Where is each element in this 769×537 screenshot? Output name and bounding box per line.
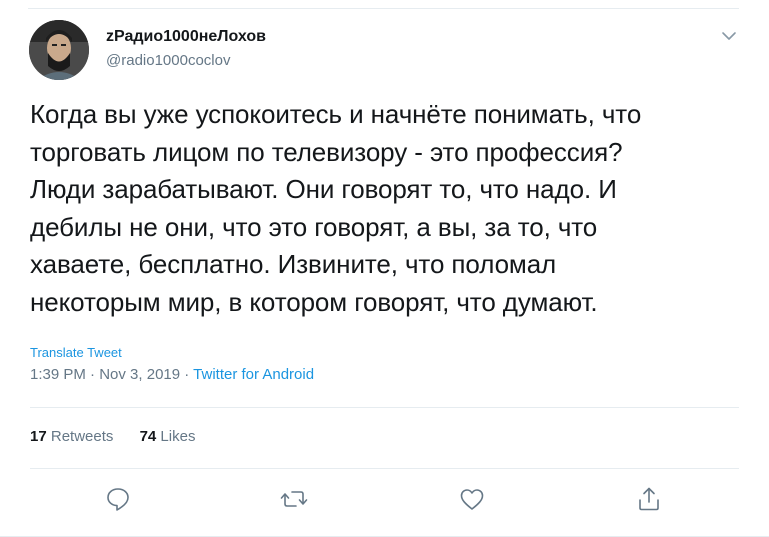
reply-icon[interactable] <box>103 484 133 514</box>
share-icon[interactable] <box>634 484 664 514</box>
top-divider <box>28 8 739 9</box>
avatar-image <box>29 20 89 80</box>
stats-top-divider <box>30 407 739 408</box>
likes-label: Likes <box>160 428 196 445</box>
likes-count: 74 <box>139 428 157 445</box>
retweet-icon[interactable] <box>279 484 309 514</box>
tweet-text: Когда вы уже успокоитесь и начнёте поним… <box>30 99 642 317</box>
heart-icon[interactable] <box>457 484 487 514</box>
tweet-card: zРадио1000неЛохов @radio1000coclov Когда… <box>0 0 769 537</box>
tweet-date[interactable]: Nov 3, 2019 <box>99 366 180 383</box>
meta-separator: · <box>85 366 100 383</box>
author-name[interactable]: zРадио1000неЛохов <box>106 28 266 46</box>
tweet-time[interactable]: 1:39 PM <box>30 366 86 383</box>
tweet-stats: 17 Retweets 74 Likes <box>30 428 217 445</box>
tweet-source-link[interactable]: Twitter for Android <box>193 366 314 383</box>
avatar[interactable] <box>29 20 89 80</box>
retweets-stat[interactable]: 17 Retweets <box>30 428 113 445</box>
retweets-count: 17 <box>30 428 47 445</box>
actions-top-divider <box>30 468 739 469</box>
likes-stat[interactable]: 74 Likes <box>140 428 196 445</box>
tweet-meta: 1:39 PM · Nov 3, 2019 · Twitter for Andr… <box>30 366 314 383</box>
author-handle[interactable]: @radio1000coclov <box>106 52 230 69</box>
retweets-label: Retweets <box>50 428 114 445</box>
meta-separator: · <box>180 366 194 383</box>
chevron-down-icon[interactable] <box>718 26 740 46</box>
translate-tweet-link[interactable]: Translate Tweet <box>30 345 122 360</box>
